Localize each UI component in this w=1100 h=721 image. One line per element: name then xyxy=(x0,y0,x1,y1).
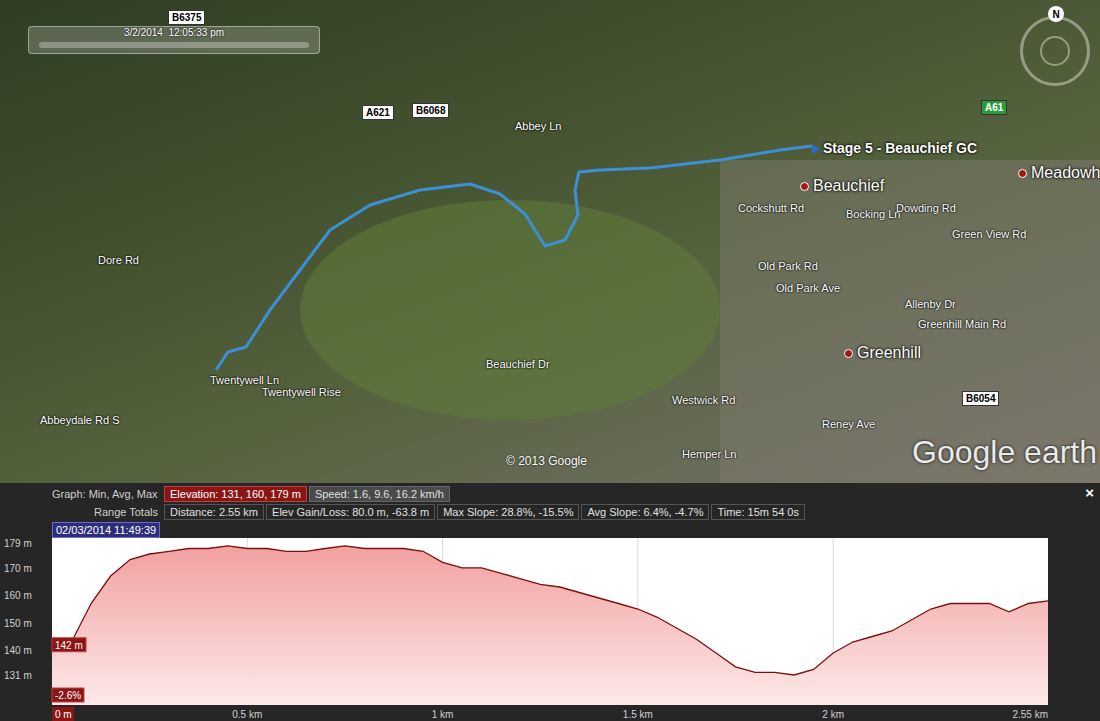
road-shield: B6054 xyxy=(962,391,999,406)
route-line[interactable] xyxy=(0,0,1100,483)
road-label: Green View Rd xyxy=(952,226,1026,243)
google-earth-logo: Google earth xyxy=(912,428,1097,476)
x-tick: 0 m xyxy=(52,707,74,721)
svg-text:142 m: 142 m xyxy=(55,640,83,651)
y-tick: 140 m xyxy=(4,645,32,656)
road-label: Beauchief Dr xyxy=(486,356,550,373)
chart-background xyxy=(52,538,1048,705)
elevation-line xyxy=(52,546,1048,675)
slider-track[interactable] xyxy=(39,42,309,48)
place-dot-icon xyxy=(800,182,809,191)
road-label: Westwick Rd xyxy=(672,392,735,409)
elevation-area xyxy=(52,546,1048,705)
x-tick: 1 km xyxy=(432,709,454,720)
road-label: Abbeydale Rd S xyxy=(40,412,120,429)
road-label: Bocking Ln xyxy=(846,206,900,223)
track-end-icon xyxy=(812,144,820,154)
total-value: Avg Slope: 6.4%, -4.7% xyxy=(581,504,709,520)
road-label: Abbey Ln xyxy=(515,118,561,135)
map-view[interactable]: B6375 A621 B6068 A61 B6054 Abbey Ln Dore Rd Abb… xyxy=(0,0,1100,483)
date-tag: 02/03/2014 11:49:39 xyxy=(52,522,160,538)
stat-toggle[interactable]: Speed: 1.6, 9.6, 16.2 km/h xyxy=(309,486,450,502)
y-tick: 150 m xyxy=(4,618,32,629)
place-dot-icon xyxy=(1018,169,1027,178)
place-label[interactable]: Greenhill xyxy=(844,341,921,365)
road-label: Hemper Ln xyxy=(682,446,736,463)
compass-ring-icon xyxy=(1040,36,1070,66)
x-tick: 1.5 km xyxy=(623,709,653,720)
x-tick: 2.55 km xyxy=(1012,709,1048,720)
road-label: Dowding Rd xyxy=(896,200,956,217)
y-tick: 170 m xyxy=(4,563,32,574)
total-value: Max Slope: 28.8%, -15.5% xyxy=(437,504,579,520)
place-dot-icon xyxy=(844,349,853,358)
compass[interactable] xyxy=(1020,16,1090,86)
svg-text:0 m: 0 m xyxy=(55,709,72,720)
cursor-slope: -2.6% xyxy=(52,688,84,702)
place-label[interactable]: Meadowh xyxy=(1018,161,1100,185)
road-shield: B6068 xyxy=(412,103,449,118)
track-label[interactable]: Stage 5 - Beauchief GC xyxy=(812,138,977,159)
compass-north[interactable]: N xyxy=(1048,6,1064,22)
svg-text:-2.6%: -2.6% xyxy=(55,690,81,701)
time-slider[interactable]: 3/2/2014 12:05:33 pm xyxy=(28,26,320,54)
road-label: Reney Ave xyxy=(822,416,875,433)
total-value: Distance: 2.55 km xyxy=(164,504,264,520)
road-label: Allenby Dr xyxy=(905,296,956,313)
google-earth-window: B6375 A621 B6068 A61 B6054 Abbey Ln Dore Rd Abb… xyxy=(0,0,1100,721)
road-label: Twentywell Rise xyxy=(262,384,341,401)
road-label: Cockshutt Rd xyxy=(738,200,804,217)
elevation-profile-panel: ×Graph: Min, Avg, MaxElevation: 131, 160… xyxy=(0,483,1100,721)
copyright: © 2013 Google xyxy=(506,452,587,470)
total-value: Elev Gain/Loss: 80.0 m, -63.8 m xyxy=(266,504,435,520)
y-tick: 160 m xyxy=(4,590,32,601)
road-label: Greenhill Main Rd xyxy=(918,316,1006,333)
road-shield: A621 xyxy=(362,105,394,120)
x-tick: 0.5 km xyxy=(232,709,262,720)
x-tick: 2 km xyxy=(822,709,844,720)
total-value: Time: 15m 54 0s xyxy=(711,504,805,520)
stats-row: Graph: Min, Avg, MaxElevation: 131, 160,… xyxy=(0,486,1100,502)
road-label: Old Park Ave xyxy=(776,280,840,297)
elevation-chart[interactable]: 179 m 170 m 160 m 150 m 140 m 131 m 142 m -2.6%… xyxy=(0,538,1100,721)
road-label: Old Park Rd xyxy=(758,258,818,275)
y-tick: 131 m xyxy=(4,670,32,681)
stat-toggle[interactable]: Elevation: 131, 160, 179 m xyxy=(164,486,307,502)
totals-row: Range TotalsDistance: 2.55 kmElev Gain/L… xyxy=(0,504,1100,520)
cursor-elevation: 142 m xyxy=(52,638,86,652)
road-label: Dore Rd xyxy=(98,252,139,269)
golf-course xyxy=(300,200,720,420)
road-shield: B6375 xyxy=(168,10,205,25)
close-button[interactable]: × xyxy=(1085,485,1094,501)
road-shield: A61 xyxy=(981,100,1007,115)
y-tick: 179 m xyxy=(4,538,32,549)
place-label[interactable]: Beauchief xyxy=(800,174,884,198)
